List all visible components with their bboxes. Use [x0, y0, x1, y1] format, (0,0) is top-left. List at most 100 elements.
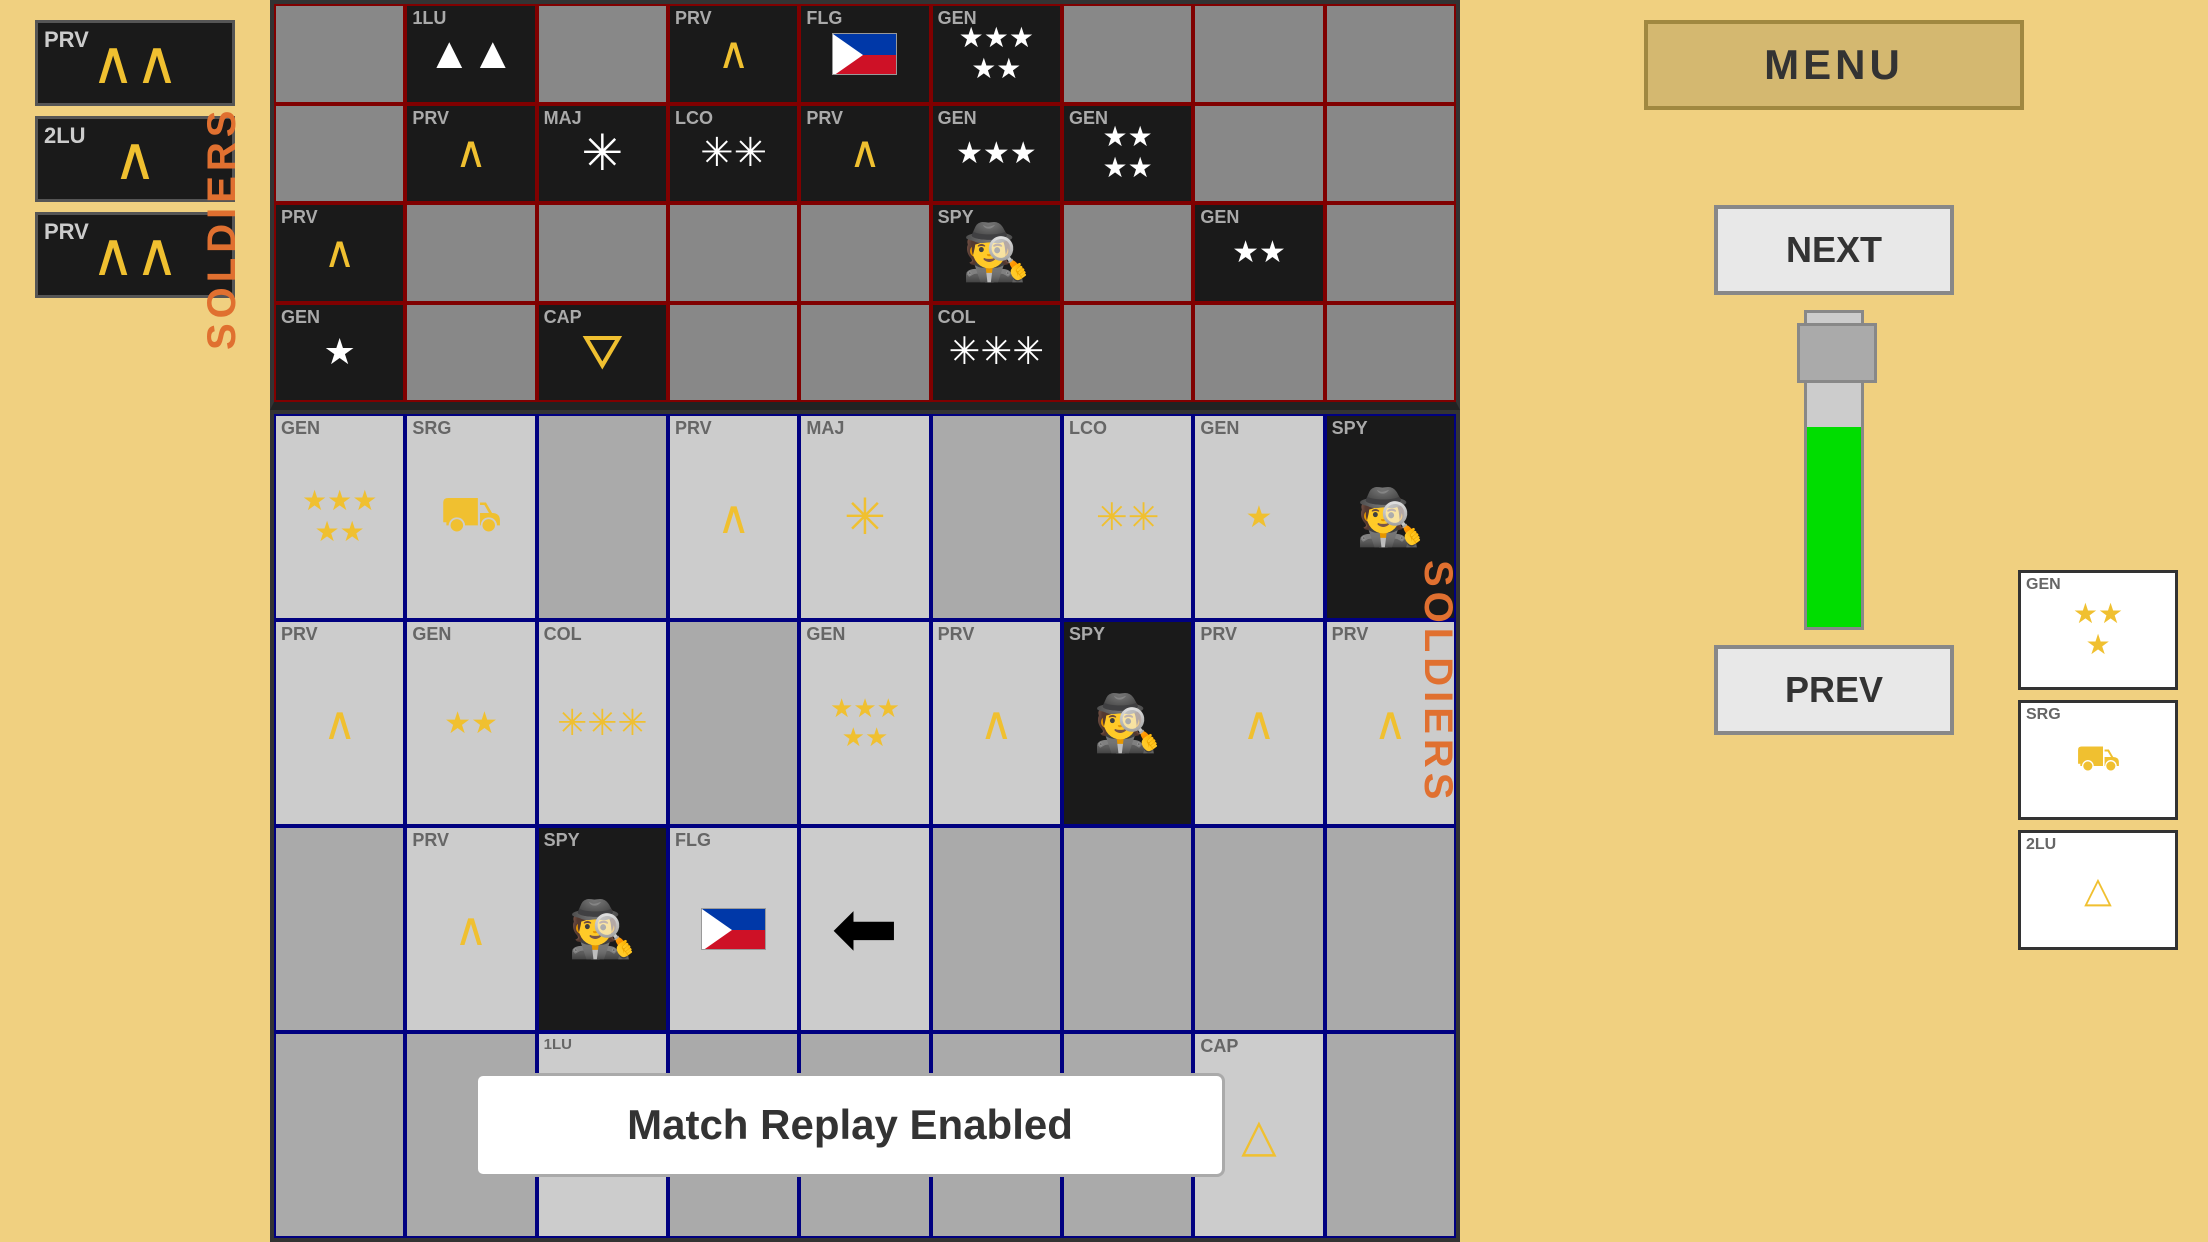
bcell-2-7[interactable]	[1193, 826, 1324, 1032]
brank-1-2: COL	[544, 625, 582, 643]
bcell-2-1[interactable]: PRV ∧	[405, 826, 536, 1032]
cell-0-4[interactable]: FLG	[799, 4, 930, 104]
cell-2-0[interactable]: PRV ∧	[274, 203, 405, 303]
cell-1-0[interactable]	[274, 104, 405, 204]
bicon-1-0: ∧	[323, 696, 357, 750]
bcell-1-1[interactable]: GEN ★★	[405, 620, 536, 826]
cell-3-5[interactable]: COL ✳✳✳	[931, 303, 1062, 403]
cell-2-1[interactable]	[405, 203, 536, 303]
cell-3-1[interactable]	[405, 303, 536, 403]
icon-3-0: ★	[324, 331, 356, 373]
bicon-1-7: ∧	[1242, 696, 1276, 750]
bcell-2-3[interactable]: FLG	[668, 826, 799, 1032]
cell-0-5[interactable]: GEN ★★★★★	[931, 4, 1062, 104]
bcell-2-5[interactable]	[931, 826, 1062, 1032]
bicon-1-1: ★★	[444, 706, 498, 741]
rank-0-5: GEN	[938, 9, 977, 27]
cell-1-4[interactable]: PRV ∧	[799, 104, 930, 204]
left-soldiers-label: SOLDIERS	[200, 50, 245, 350]
left-symbol-2: ∧	[113, 129, 157, 189]
notification-overlay: Match Replay Enabled	[475, 1073, 1225, 1177]
bcell-2-4[interactable]: ⬅	[799, 826, 930, 1032]
cell-0-2[interactable]	[537, 4, 668, 104]
brank-3-7: CAP	[1200, 1037, 1238, 1055]
cell-0-1[interactable]: 1LU ▲▲	[405, 4, 536, 104]
cell-2-5[interactable]: SPY 🕵	[931, 203, 1062, 303]
icon-0-1: ▲▲	[427, 32, 514, 76]
bcell-0-6[interactable]: LCO ✳✳	[1062, 414, 1193, 620]
icon-1-5: ★★★	[956, 136, 1037, 171]
rank-2-0: PRV	[281, 208, 318, 226]
left-rank-2: 2LU	[44, 123, 86, 149]
prev-button[interactable]: PREV	[1714, 645, 1954, 735]
next-button[interactable]: NEXT	[1714, 205, 1954, 295]
cell-1-5[interactable]: GEN ★★★	[931, 104, 1062, 204]
cell-1-2[interactable]: MAJ ✳	[537, 104, 668, 204]
flag-0-4	[832, 33, 897, 75]
cell-3-8[interactable]	[1325, 303, 1456, 403]
bicon-1-5: ∧	[979, 696, 1013, 750]
cell-3-6[interactable]	[1062, 303, 1193, 403]
bcell-1-5[interactable]: PRV ∧	[931, 620, 1062, 826]
cell-0-7[interactable]	[1193, 4, 1324, 104]
cell-2-2[interactable]	[537, 203, 668, 303]
menu-button[interactable]: MENU	[1644, 20, 2024, 110]
right-piece-2lu: 2LU △	[2018, 830, 2178, 950]
bcell-0-8[interactable]: SPY 🕵	[1325, 414, 1456, 620]
bcell-2-2[interactable]: SPY 🕵	[537, 826, 668, 1032]
icon-1-1: ∧	[455, 131, 487, 175]
cell-0-3[interactable]: PRV ∧	[668, 4, 799, 104]
bcell-0-3[interactable]: PRV ∧	[668, 414, 799, 620]
bcell-1-7[interactable]: PRV ∧	[1193, 620, 1324, 826]
bcell-1-8[interactable]: PRV ∧	[1325, 620, 1456, 826]
bicon-2-4: ⬅	[831, 889, 898, 969]
cell-1-3[interactable]: LCO ✳✳	[668, 104, 799, 204]
cell-1-6[interactable]: GEN ★★★★	[1062, 104, 1193, 204]
brank-1-4: GEN	[806, 625, 845, 643]
right-piece-srg: SRG ⛟	[2018, 700, 2178, 820]
cell-3-7[interactable]	[1193, 303, 1324, 403]
bcell-0-2[interactable]	[537, 414, 668, 620]
notification-text: Match Replay Enabled	[627, 1101, 1073, 1148]
bcell-3-0[interactable]	[274, 1032, 405, 1238]
bicon-2-1: ∧	[454, 902, 488, 956]
cell-2-7[interactable]: GEN ★★	[1193, 203, 1324, 303]
cell-2-3[interactable]	[668, 203, 799, 303]
bcell-1-6[interactable]: SPY 🕵	[1062, 620, 1193, 826]
rank-1-2: MAJ	[544, 109, 582, 127]
cell-1-8[interactable]	[1325, 104, 1456, 204]
rank-3-5: COL	[938, 308, 976, 326]
cell-0-0[interactable]	[274, 4, 405, 104]
brank-0-3: PRV	[675, 419, 712, 437]
bicon-0-4: ✳	[844, 488, 886, 546]
bcell-2-8[interactable]	[1325, 826, 1456, 1032]
bcell-1-4[interactable]: GEN ★★★★★	[799, 620, 930, 826]
cell-3-3[interactable]	[668, 303, 799, 403]
bcell-0-7[interactable]: GEN ★	[1193, 414, 1324, 620]
slider-thumb[interactable]	[1797, 323, 1877, 383]
bcell-0-5[interactable]	[931, 414, 1062, 620]
cell-3-2[interactable]: CAP ⛛	[537, 303, 668, 403]
cell-1-7[interactable]	[1193, 104, 1324, 204]
bcell-0-4[interactable]: MAJ ✳	[799, 414, 930, 620]
bcell-2-0[interactable]	[274, 826, 405, 1032]
cell-2-8[interactable]	[1325, 203, 1456, 303]
bcell-1-2[interactable]: COL ✳✳✳	[537, 620, 668, 826]
bcell-0-0[interactable]: GEN ★★★★★	[274, 414, 405, 620]
right-rank-3: 2LU	[2026, 836, 2056, 854]
cell-0-6[interactable]	[1062, 4, 1193, 104]
brank-0-8: SPY	[1332, 419, 1368, 437]
bcell-1-3[interactable]	[668, 620, 799, 826]
bcell-3-8[interactable]	[1325, 1032, 1456, 1238]
cell-1-1[interactable]: PRV ∧	[405, 104, 536, 204]
cell-2-4[interactable]	[799, 203, 930, 303]
cell-3-4[interactable]	[799, 303, 930, 403]
cell-2-6[interactable]	[1062, 203, 1193, 303]
brank-1-6: SPY	[1069, 625, 1105, 643]
bcell-1-0[interactable]: PRV ∧	[274, 620, 405, 826]
left-rank-3: PRV	[44, 219, 89, 245]
bcell-2-6[interactable]	[1062, 826, 1193, 1032]
bcell-0-1[interactable]: SRG ⛟	[405, 414, 536, 620]
cell-0-8[interactable]	[1325, 4, 1456, 104]
cell-3-0[interactable]: GEN ★	[274, 303, 405, 403]
